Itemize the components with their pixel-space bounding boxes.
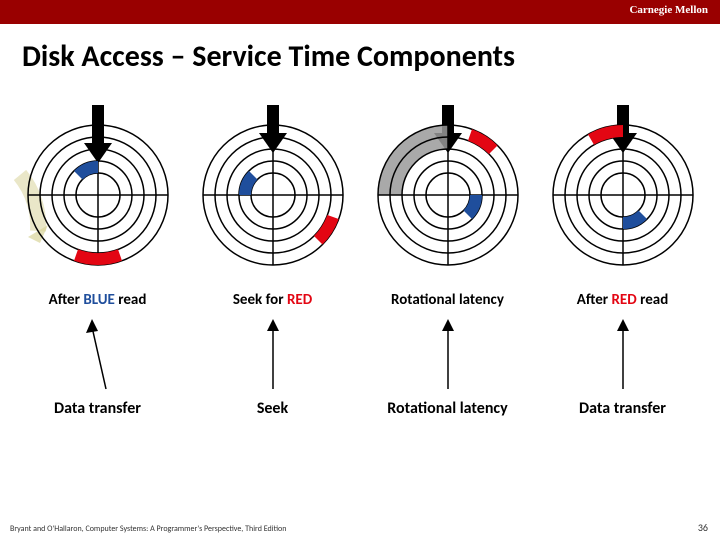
stage-label-2: Seek for RED	[189, 291, 357, 309]
up-arrow-icon	[258, 317, 288, 395]
disk-svg-4	[539, 105, 707, 285]
stage-label-4: After RED read	[539, 291, 707, 309]
up-arrow-icon	[433, 317, 463, 395]
disk-stage-1	[14, 105, 182, 285]
disk-row	[0, 105, 720, 285]
up-arrow-icon	[78, 317, 118, 395]
footer-cite: Bryant and O'Hallaron, Computer Systems:…	[10, 524, 286, 534]
component-1: Data transfer	[14, 399, 182, 418]
disk-svg-3	[364, 105, 532, 285]
arrows	[0, 317, 720, 397]
page-number: 36	[698, 521, 708, 534]
header-org: Carnegie Mellon	[629, 4, 708, 16]
disk-svg-1	[14, 105, 182, 285]
header-strip: Carnegie Mellon	[0, 0, 720, 24]
up-arrow-icon	[608, 317, 638, 395]
component-4: Data transfer	[539, 399, 707, 418]
stage-labels: After BLUE read Seek for RED Rotational …	[0, 291, 720, 309]
stage-label-1: After BLUE read	[14, 291, 182, 309]
component-2: Seek	[189, 399, 357, 418]
disk-svg-2	[189, 105, 357, 285]
component-3: Rotational latency	[364, 399, 532, 418]
disk-stage-3	[364, 105, 532, 285]
slide-title: Disk Access – Service Time Components	[22, 38, 720, 75]
stage-label-3: Rotational latency	[364, 291, 532, 309]
disk-stage-4	[539, 105, 707, 285]
disk-stage-2	[189, 105, 357, 285]
component-labels: Data transfer Seek Rotational latency Da…	[0, 399, 720, 418]
